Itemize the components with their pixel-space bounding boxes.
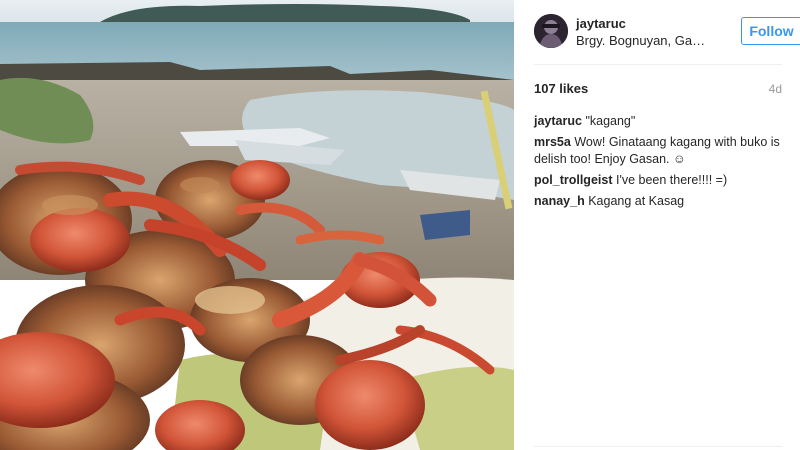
- comment-item: nanay_h Kagang at Kasag: [534, 193, 786, 210]
- comment-text: Wow! Ginataang kagang with buko is delis…: [534, 135, 780, 166]
- follow-button[interactable]: Follow: [741, 17, 800, 45]
- post-username[interactable]: jaytaruc: [576, 16, 626, 31]
- header-divider: [534, 64, 782, 65]
- post-location[interactable]: Brgy. Bognuyan, Gasan, Marinduque: [576, 33, 706, 48]
- comment-author[interactable]: mrs5a: [534, 135, 571, 149]
- likes-count[interactable]: 107 likes: [534, 81, 588, 96]
- footer-divider: [534, 446, 782, 447]
- profile-avatar[interactable]: [534, 14, 568, 48]
- comment-text: "kagang": [585, 114, 636, 128]
- comment-author[interactable]: pol_trollgeist: [534, 173, 612, 187]
- comment-item: jaytaruc "kagang": [534, 113, 786, 130]
- post-stats: 107 likes 4d: [534, 81, 782, 99]
- post-side-panel: jaytaruc Brgy. Bognuyan, Gasan, Marinduq…: [514, 0, 800, 450]
- comment-author[interactable]: nanay_h: [534, 194, 585, 208]
- comment-text: I've been there!!!! =): [615, 173, 728, 187]
- comment-author[interactable]: jaytaruc: [534, 114, 582, 128]
- post-photo[interactable]: [0, 0, 514, 450]
- comments-list: jaytaruc "kagang" mrs5a Wow! Ginataang k…: [534, 113, 786, 214]
- avatar-image-icon: [534, 14, 568, 48]
- post-timestamp[interactable]: 4d: [769, 82, 782, 96]
- post-header: jaytaruc Brgy. Bognuyan, Gasan, Marinduq…: [534, 14, 800, 54]
- comment-item: mrs5a Wow! Ginataang kagang with buko is…: [534, 134, 786, 168]
- crab-photo-illustration: [0, 0, 514, 450]
- comment-item: pol_trollgeist I've been there!!!! =): [534, 172, 786, 189]
- comment-text: Kagang at Kasag: [588, 194, 685, 208]
